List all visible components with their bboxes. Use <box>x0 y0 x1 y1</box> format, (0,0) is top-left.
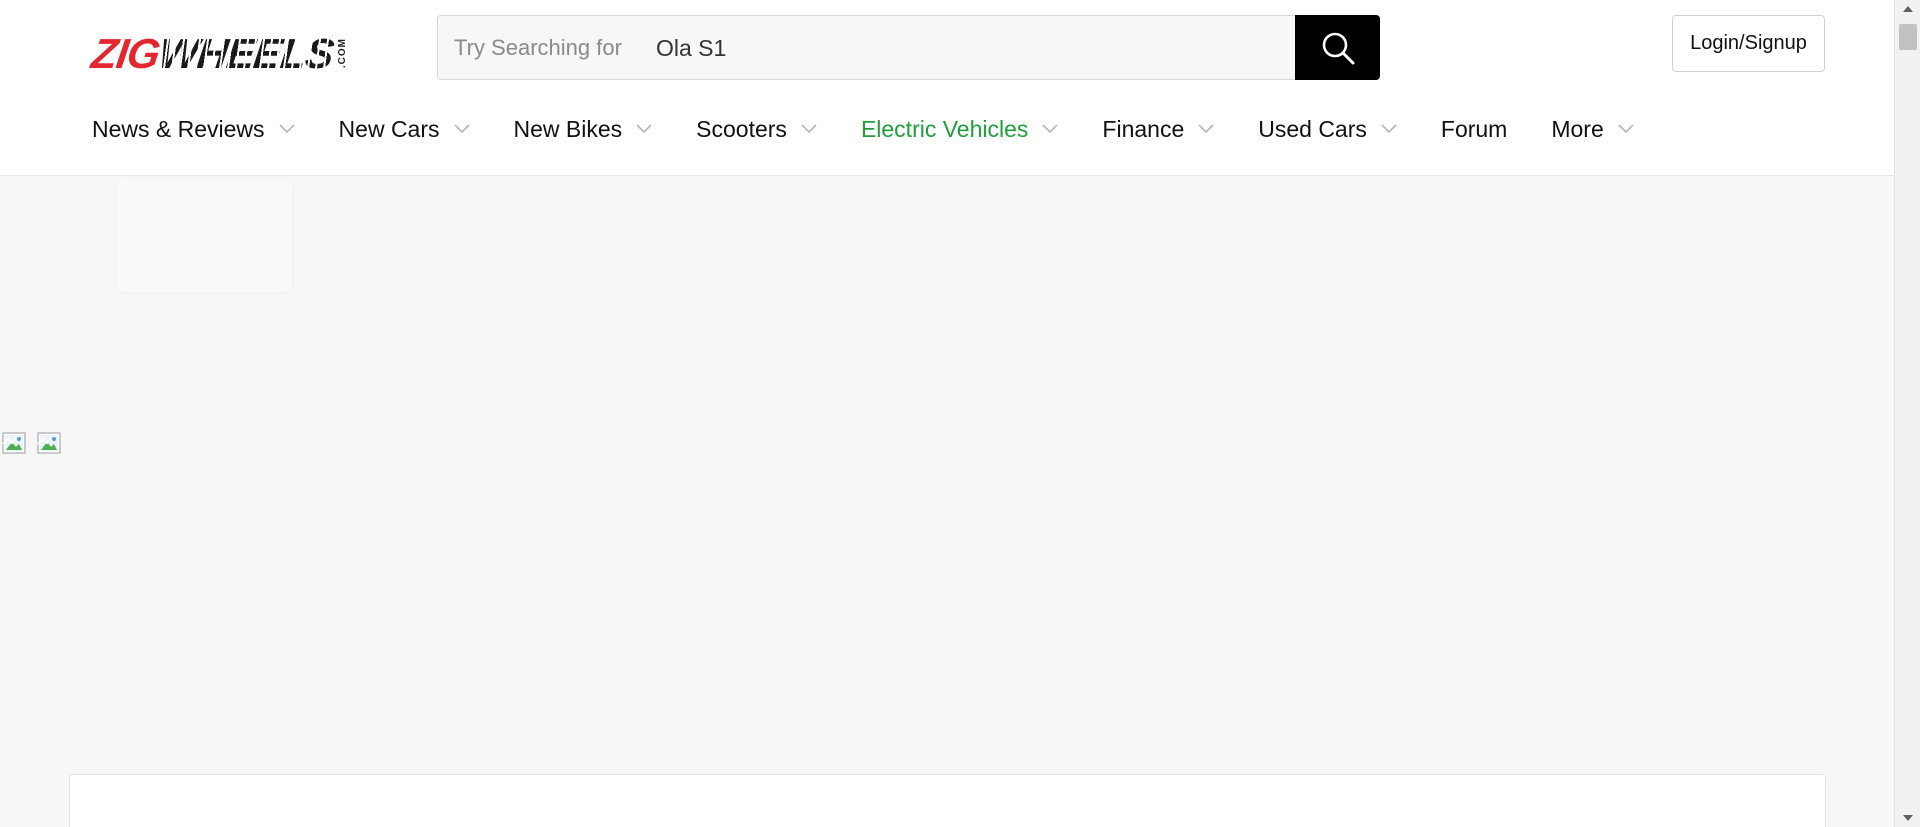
nav-item-label: Forum <box>1440 115 1508 142</box>
chevron-down-icon <box>636 124 652 134</box>
site-header: ZIG WHEELS .COM Try Searching for Login/… <box>0 0 1894 176</box>
search-icon <box>1322 32 1354 64</box>
logo-zig-text: ZIG <box>88 30 163 77</box>
site-logo[interactable]: ZIG WHEELS .COM <box>88 30 348 77</box>
nav-item-new-cars[interactable]: New Cars <box>339 116 470 143</box>
nav-item-news-reviews[interactable]: News & Reviews <box>92 116 295 143</box>
search-input[interactable] <box>656 30 1276 66</box>
content-card <box>69 774 1826 827</box>
logo-wheels-text: WHEELS <box>155 30 337 77</box>
nav-item-label: Electric Vehicles <box>860 115 1029 142</box>
nav-item-label: Finance <box>1102 115 1185 142</box>
nav-item-label: New Bikes <box>513 115 623 142</box>
nav-item-electric-vehicles[interactable]: Electric Vehicles <box>861 116 1058 143</box>
nav-item-finance[interactable]: Finance <box>1102 116 1214 143</box>
logo-com-text: .COM <box>336 38 348 69</box>
chevron-down-icon <box>801 124 817 134</box>
chevron-down-icon <box>1618 124 1634 134</box>
nav-item-more[interactable]: More <box>1551 115 1634 143</box>
scroll-up-arrow-icon[interactable] <box>1895 0 1920 18</box>
broken-image-icon <box>37 430 63 456</box>
nav-item-used-cars[interactable]: Used Cars <box>1258 116 1397 143</box>
nav-item-label: Used Cars <box>1258 115 1367 142</box>
login-signup-button[interactable]: Login/Signup <box>1672 15 1825 72</box>
nav-item-label: More <box>1551 115 1604 142</box>
nav-item-new-bikes[interactable]: New Bikes <box>514 116 653 143</box>
scroll-down-arrow-icon[interactable] <box>1895 809 1920 827</box>
main-nav: News & Reviews New Cars New Bikes Scoote… <box>92 112 1678 146</box>
nav-item-forum[interactable]: Forum <box>1441 116 1507 143</box>
chevron-down-icon <box>1042 124 1058 134</box>
chevron-down-icon <box>278 124 295 134</box>
search-button[interactable] <box>1295 15 1380 80</box>
nav-item-label: Scooters <box>696 115 787 142</box>
nav-item-label: News & Reviews <box>92 115 265 142</box>
nav-item-label: New Cars <box>338 115 440 142</box>
chevron-down-icon <box>453 124 470 134</box>
vertical-scrollbar[interactable] <box>1894 0 1920 827</box>
nav-item-scooters[interactable]: Scooters <box>696 116 817 143</box>
search-box[interactable]: Try Searching for <box>437 15 1380 80</box>
broken-image-icon <box>2 430 28 456</box>
chevron-down-icon <box>1198 124 1214 134</box>
loading-placeholder-card <box>117 178 292 292</box>
search-label: Try Searching for <box>454 35 622 60</box>
scroll-thumb[interactable] <box>1899 24 1917 50</box>
chevron-down-icon <box>1381 124 1397 134</box>
